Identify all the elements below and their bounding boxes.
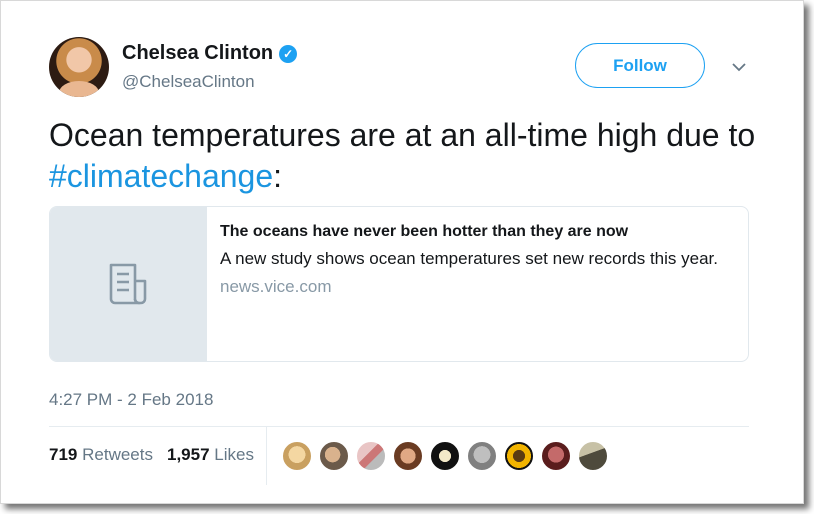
liker-avatar[interactable] xyxy=(578,441,608,471)
avatar[interactable] xyxy=(49,37,109,97)
card-domain: news.vice.com xyxy=(220,277,332,296)
avatar-shoulders xyxy=(59,81,99,97)
likes-count: 1,957 xyxy=(166,445,210,464)
stats-divider xyxy=(49,426,749,427)
author-name-row[interactable]: Chelsea Clinton ✓ xyxy=(122,42,298,65)
article-icon xyxy=(109,263,147,305)
card-body: The oceans have never been hotter than t… xyxy=(207,207,718,361)
engagement-stats: 719 Retweets 1,957 Likes xyxy=(49,445,254,465)
author-name[interactable]: Chelsea Clinton xyxy=(122,42,273,65)
card-thumbnail xyxy=(50,207,207,361)
retweets-stat[interactable]: 719 Retweets xyxy=(49,445,153,465)
tweet-text: Ocean temperatures are at an all-time hi… xyxy=(49,115,769,197)
tweet-frame: Chelsea Clinton ✓ @ChelseaClinton Follow… xyxy=(0,0,804,504)
tweet-text-before: Ocean temperatures are at an all-time hi… xyxy=(49,117,756,153)
likes-stat[interactable]: 1,957 Likes xyxy=(167,445,254,465)
chevron-down-icon[interactable] xyxy=(731,59,747,75)
retweets-count: 719 xyxy=(49,445,78,464)
likes-label: Likes xyxy=(214,445,254,464)
liker-avatar[interactable] xyxy=(393,441,423,471)
retweets-label: Retweets xyxy=(82,445,153,464)
liker-avatar[interactable] xyxy=(541,441,571,471)
card-title[interactable]: The oceans have never been hotter than t… xyxy=(220,221,718,243)
author-handle[interactable]: @ChelseaClinton xyxy=(122,72,255,92)
follow-button[interactable]: Follow xyxy=(575,43,705,88)
stats-separator xyxy=(266,427,267,485)
verified-badge-icon: ✓ xyxy=(279,44,298,63)
link-card[interactable]: The oceans have never been hotter than t… xyxy=(49,206,749,362)
liker-avatar[interactable] xyxy=(282,441,312,471)
liker-avatar[interactable] xyxy=(467,441,497,471)
hashtag-link[interactable]: #climatechange xyxy=(49,158,273,194)
tweet-text-after: : xyxy=(273,158,283,194)
liker-avatar[interactable] xyxy=(430,441,460,471)
card-description: A new study shows ocean temperatures set… xyxy=(220,249,718,268)
tweet-timestamp[interactable]: 4:27 PM - 2 Feb 2018 xyxy=(49,390,213,410)
liker-avatar[interactable] xyxy=(504,441,534,471)
liker-avatar[interactable] xyxy=(319,441,349,471)
liker-avatars xyxy=(282,441,608,471)
liker-avatar[interactable] xyxy=(356,441,386,471)
